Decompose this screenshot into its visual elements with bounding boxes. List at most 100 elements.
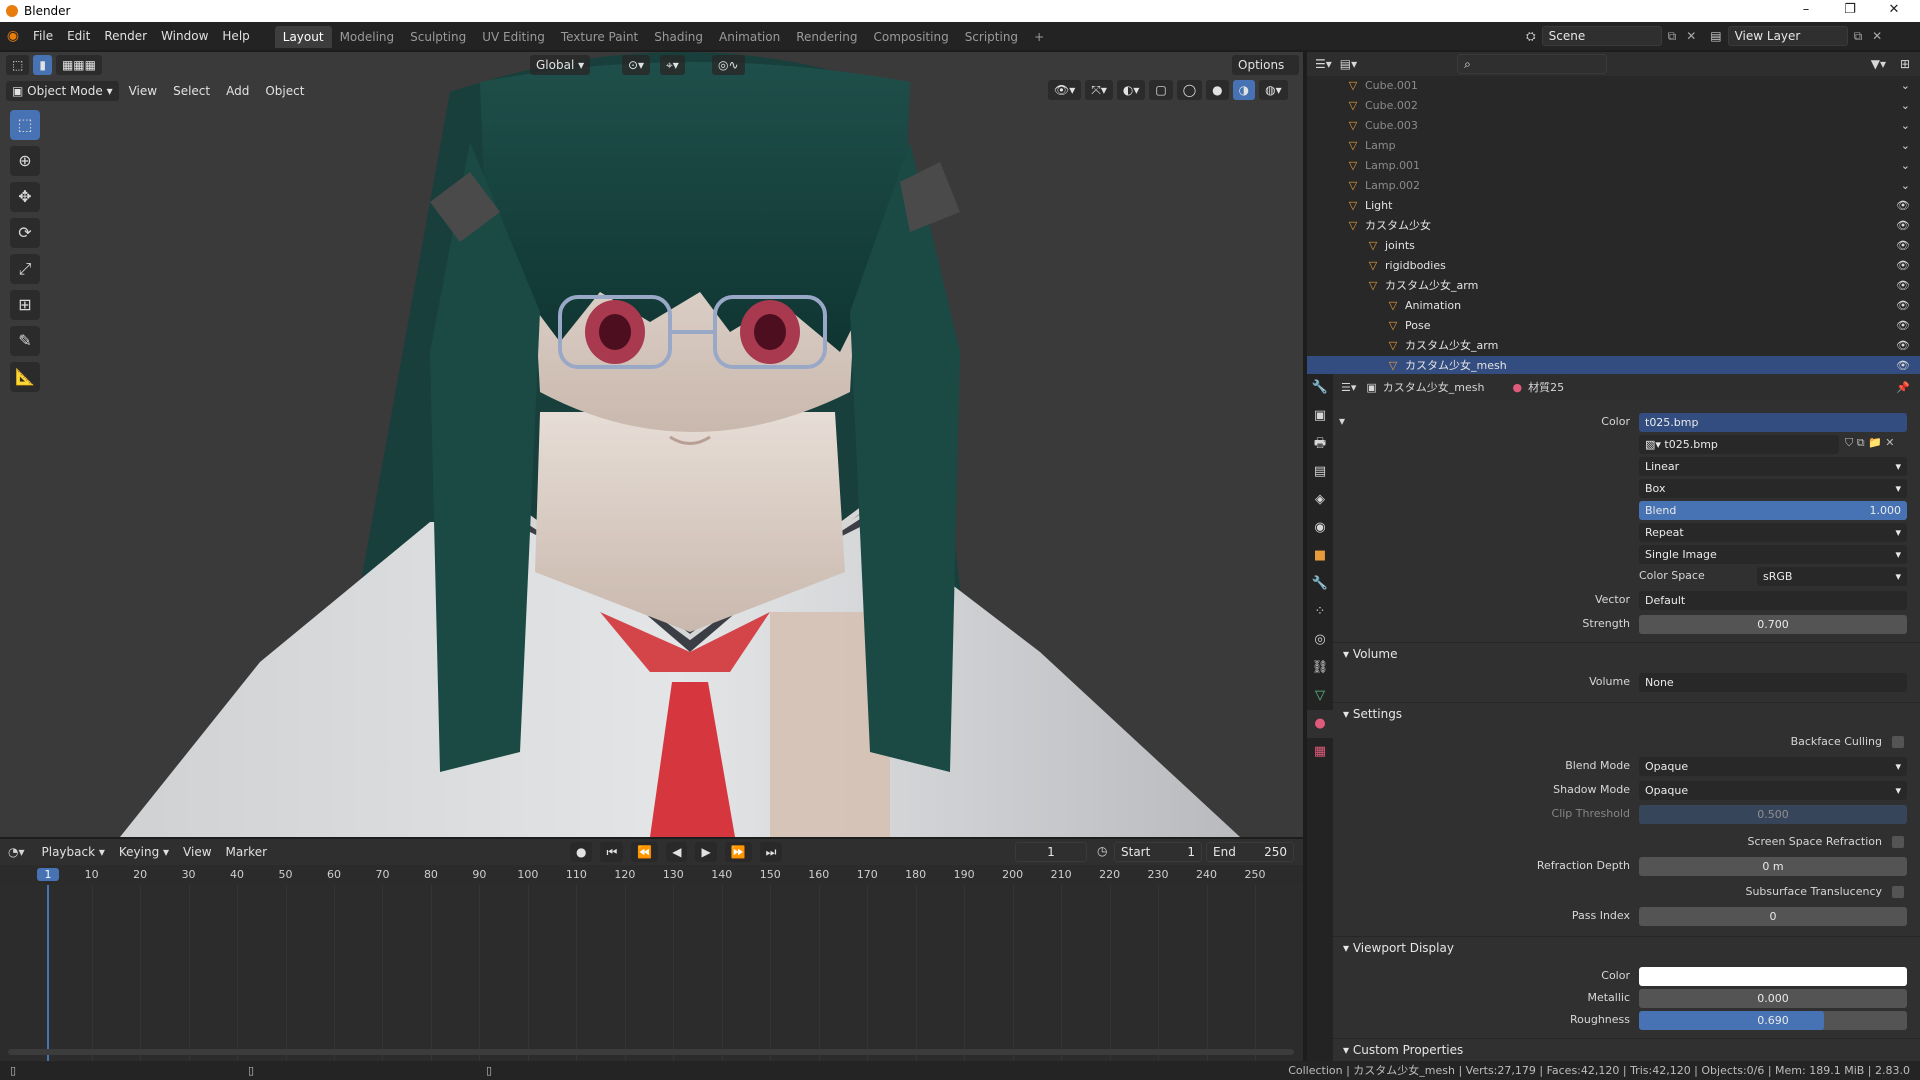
minimize-icon[interactable]: – bbox=[1786, 0, 1826, 22]
visibility-icon[interactable]: 👁▾ bbox=[1048, 80, 1082, 100]
select-box-tool-icon[interactable]: ⬚ bbox=[10, 110, 40, 140]
timeline-editor[interactable]: ◔▾ Playback ▾ Keying ▾ View Marker ● ⏮ ⏪… bbox=[0, 839, 1303, 1061]
scale-tool-icon[interactable]: ⤢ bbox=[10, 254, 40, 284]
play-icon[interactable]: ▶ bbox=[695, 842, 717, 862]
new-collection-icon[interactable]: ⊞ bbox=[1900, 57, 1910, 71]
outliner-row[interactable]: ▽ Lamp ⌄ bbox=[1307, 136, 1920, 156]
interpolation-dropdown[interactable]: Linear ▾ bbox=[1639, 457, 1907, 476]
eye-icon[interactable]: 👁 bbox=[1896, 296, 1910, 316]
texture-tab-icon[interactable]: ▦ bbox=[1307, 738, 1333, 766]
menu-view[interactable]: View bbox=[123, 81, 163, 101]
menu-playback[interactable]: Playback ▾ bbox=[35, 838, 112, 866]
tab-modeling[interactable]: Modeling bbox=[332, 26, 403, 48]
roughness-slider[interactable]: 0.690 bbox=[1639, 1011, 1907, 1030]
outliner-search-input[interactable]: ⌕ bbox=[1457, 54, 1608, 74]
eye-icon[interactable]: 👁 bbox=[1896, 216, 1910, 236]
menu-file[interactable]: File bbox=[26, 22, 60, 50]
view-layer-field[interactable]: View Layer bbox=[1727, 26, 1848, 46]
annotate-tool-icon[interactable]: ✎ bbox=[10, 326, 40, 356]
tab-shading[interactable]: Shading bbox=[646, 26, 711, 48]
xray-icon[interactable]: ▢ bbox=[1149, 80, 1173, 100]
outliner-row[interactable]: ▽ Lamp.002 ⌄ bbox=[1307, 176, 1920, 196]
snap-icon[interactable]: ⌖▾ bbox=[660, 55, 685, 75]
tab-compositing[interactable]: Compositing bbox=[865, 26, 956, 48]
pin-icon[interactable]: 📌 bbox=[1896, 381, 1910, 394]
3d-viewport[interactable]: ⬚ ▮ ▦▦▦ Global ▾ ⊙▾ ⌖▾ ◎∿ Options ▾ ▣ Ob… bbox=[0, 52, 1303, 837]
solid-shading-icon[interactable]: ● bbox=[1206, 80, 1229, 100]
volume-panel-header[interactable]: ▾ Volume bbox=[1333, 642, 1920, 664]
delete-scene-icon[interactable]: ✕ bbox=[1686, 29, 1696, 43]
hidden-toggle-icon[interactable]: ⌄ bbox=[1901, 76, 1910, 96]
blend-mode-dropdown[interactable]: Opaque ▾ bbox=[1639, 757, 1907, 776]
hidden-toggle-icon[interactable]: ⌄ bbox=[1901, 96, 1910, 116]
constraints-tab-icon[interactable]: ⛓ bbox=[1307, 654, 1333, 682]
outliner-row[interactable]: ▽ カスタム少女_mesh 👁 bbox=[1307, 356, 1920, 376]
pass-index-field[interactable]: 0 bbox=[1639, 907, 1907, 926]
jump-start-icon[interactable]: ⏮ bbox=[600, 842, 624, 862]
menu-marker[interactable]: Marker bbox=[219, 838, 274, 866]
outliner-editor-type-icon[interactable]: ☰▾ bbox=[1315, 57, 1332, 71]
view-layer-icon[interactable]: ▤ bbox=[1710, 29, 1721, 43]
projection-dropdown[interactable]: Box ▾ bbox=[1639, 479, 1907, 498]
prev-keyframe-icon[interactable]: ⏪ bbox=[631, 842, 659, 862]
view-layer-tab-icon[interactable]: ▤ bbox=[1307, 458, 1333, 486]
properties-editor[interactable]: 🔧 ▣ 🖶 ▤ ◈ ◉ ■ 🔧 ⁘ ◎ ⛓ ▽ ● ▦ ☰▾ ▣ カスタム少女_… bbox=[1307, 374, 1920, 1061]
outliner-row[interactable]: ▽ Cube.002 ⌄ bbox=[1307, 96, 1920, 116]
wireframe-shading-icon[interactable]: ◯ bbox=[1176, 80, 1203, 100]
refraction-depth-field[interactable]: 0 m bbox=[1639, 857, 1907, 876]
new-scene-icon[interactable]: ⧉ bbox=[1668, 29, 1677, 44]
end-frame-field[interactable]: End 250 bbox=[1206, 842, 1294, 862]
timeline-area[interactable] bbox=[0, 885, 1303, 1061]
menu-help[interactable]: Help bbox=[215, 22, 256, 50]
custom-properties-panel-header[interactable]: ▾ Custom Properties bbox=[1333, 1038, 1920, 1060]
editor-type-icon[interactable]: ⬚ bbox=[6, 55, 30, 75]
tab-rendering[interactable]: Rendering bbox=[788, 26, 865, 48]
ssr-checkbox[interactable] bbox=[1892, 836, 1904, 848]
eye-icon[interactable]: 👁 bbox=[1896, 256, 1910, 276]
outliner-row[interactable]: ▽ Lamp.001 ⌄ bbox=[1307, 156, 1920, 176]
collapse-icon[interactable]: ▾ bbox=[1339, 414, 1345, 428]
tab-scripting[interactable]: Scripting bbox=[957, 26, 1026, 48]
play-reverse-icon[interactable]: ◀ bbox=[666, 842, 688, 862]
timeline-editor-type-icon[interactable]: ◔▾ bbox=[8, 845, 25, 859]
orientation-dropdown[interactable]: Global ▾ bbox=[530, 55, 591, 75]
sss-checkbox[interactable] bbox=[1892, 886, 1904, 898]
colorspace-dropdown[interactable]: sRGB ▾ bbox=[1757, 567, 1907, 586]
shadow-mode-dropdown[interactable]: Opaque ▾ bbox=[1639, 781, 1907, 800]
add-workspace-button[interactable]: + bbox=[1026, 26, 1052, 48]
tool-tab-icon[interactable]: 🔧 bbox=[1307, 374, 1333, 402]
pivot-icon[interactable]: ⊙▾ bbox=[622, 55, 651, 75]
metallic-field[interactable]: 0.000 bbox=[1639, 989, 1907, 1008]
eye-icon[interactable]: 👁 bbox=[1896, 336, 1910, 356]
filter-icon[interactable]: ▼▾ bbox=[1871, 57, 1886, 71]
menu-select[interactable]: Select bbox=[167, 81, 216, 101]
close-icon[interactable]: ✕ bbox=[1874, 0, 1914, 22]
rendered-shading-icon[interactable]: ◍▾ bbox=[1259, 80, 1288, 100]
current-frame-field[interactable]: 1 bbox=[1015, 842, 1087, 862]
proportional-edit-icon[interactable]: ◎∿ bbox=[712, 55, 745, 75]
menu-edit[interactable]: Edit bbox=[60, 22, 97, 50]
frame-ruler[interactable]: 1 10 20 30 40 50 60 70 80 90 100 110 120 130 140 150 160… bbox=[0, 865, 1303, 885]
cursor-tool-icon[interactable]: ⊕ bbox=[10, 146, 40, 176]
tab-texture-paint[interactable]: Texture Paint bbox=[553, 26, 646, 48]
menu-window[interactable]: Window bbox=[154, 22, 215, 50]
tab-sculpting[interactable]: Sculpting bbox=[402, 26, 474, 48]
world-tab-icon[interactable]: ◉ bbox=[1307, 514, 1333, 542]
playhead[interactable] bbox=[47, 885, 49, 1061]
outliner[interactable]: ☰▾ ▤▾ ⌕ ▼▾ ⊞ ▽ Cube.001 ⌄ ▽ Cube.002 ⌄ ▽ Cube.0… bbox=[1307, 52, 1920, 376]
physics-tab-icon[interactable]: ◎ bbox=[1307, 626, 1333, 654]
new-view-layer-icon[interactable]: ⧉ bbox=[1854, 29, 1863, 44]
rotate-tool-icon[interactable]: ⟳ bbox=[10, 218, 40, 248]
outliner-row[interactable]: ▽ カスタム少女_arm 👁 bbox=[1307, 276, 1920, 296]
backface-checkbox[interactable] bbox=[1892, 736, 1904, 748]
timeline-scrollbar[interactable] bbox=[8, 1049, 1294, 1055]
blender-menu-icon[interactable]: ◉ bbox=[0, 28, 26, 44]
clip-threshold-field[interactable]: 0.500 bbox=[1639, 805, 1907, 824]
options-dropdown[interactable]: Options ▾ bbox=[1232, 55, 1299, 92]
clock-icon[interactable]: ◷ bbox=[1097, 844, 1107, 858]
display-mode-icon[interactable]: ▤▾ bbox=[1340, 57, 1357, 71]
eye-icon[interactable]: 👁 bbox=[1896, 276, 1910, 296]
move-tool-icon[interactable]: ✥ bbox=[10, 182, 40, 212]
image-actions-icon[interactable]: ⛉ ⧉ 📁 ✕ bbox=[1845, 436, 1895, 450]
menu-keying[interactable]: Keying ▾ bbox=[112, 838, 176, 866]
